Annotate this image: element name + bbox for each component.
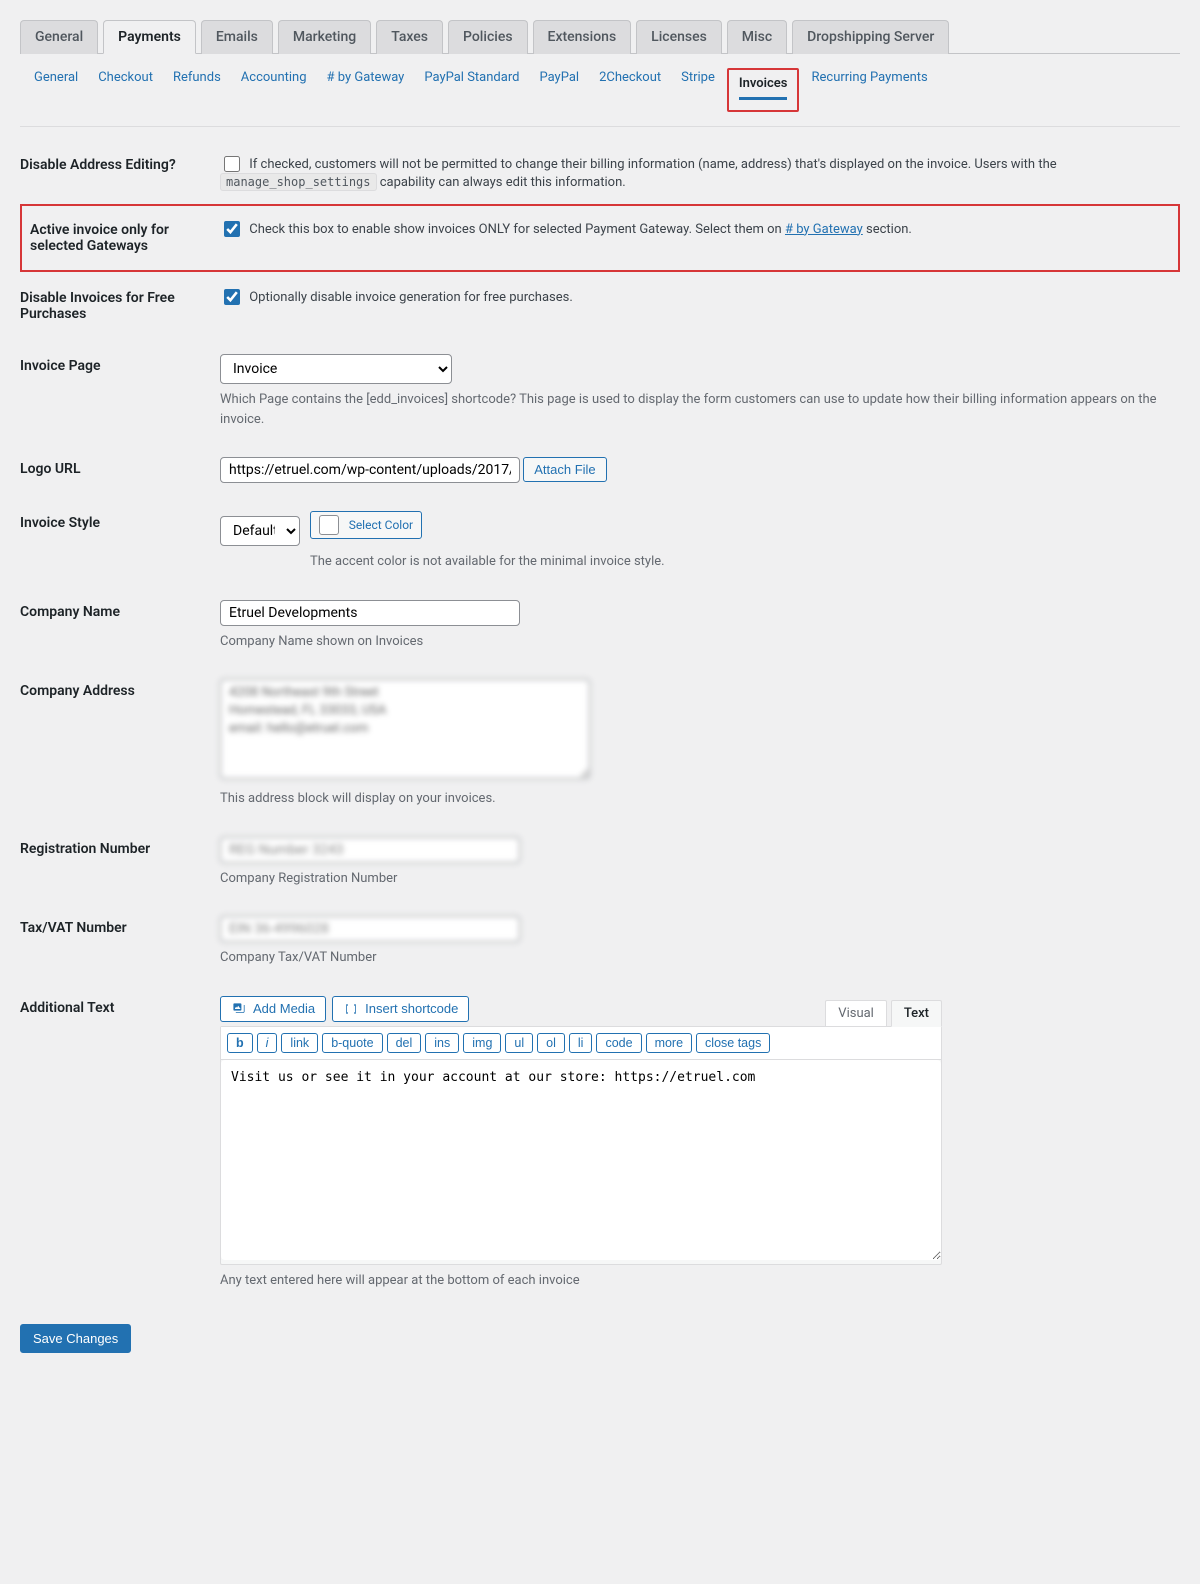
subnav-paypal[interactable]: PayPal [529, 68, 589, 112]
desc-invoice-page: Which Page contains the [edd_invoices] s… [220, 390, 1170, 429]
subnav-refunds[interactable]: Refunds [163, 68, 231, 112]
editor-wrap: bilinkb-quotedelinsimgulollicodemoreclos… [220, 1026, 942, 1265]
tab-policies[interactable]: Policies [448, 20, 528, 54]
row-registration-number: Registration Number Company Registration… [20, 823, 1180, 903]
subnav-general[interactable]: General [24, 68, 88, 112]
subnav-stripe[interactable]: Stripe [671, 68, 725, 112]
qt-i[interactable]: i [257, 1033, 278, 1053]
tab-general[interactable]: General [20, 20, 98, 54]
input-company-name[interactable] [220, 600, 520, 626]
add-media-button[interactable]: Add Media [220, 996, 326, 1022]
desc-registration-number: Company Registration Number [220, 869, 1170, 889]
desc-tax-vat: Company Tax/VAT Number [220, 948, 1170, 968]
subnav--by-gateway[interactable]: # by Gateway [317, 68, 415, 112]
desc-invoice-style: The accent color is not available for th… [310, 552, 1170, 572]
input-logo-url[interactable] [220, 457, 520, 483]
tab-dropshipping-server[interactable]: Dropshipping Server [792, 20, 949, 54]
desc-disable-address: If checked, customers will not be permit… [220, 157, 1057, 191]
qt-code[interactable]: code [596, 1033, 641, 1053]
tab-marketing[interactable]: Marketing [278, 20, 371, 54]
qt-ins[interactable]: ins [425, 1033, 459, 1053]
subnav-recurring-payments[interactable]: Recurring Payments [801, 68, 937, 112]
label-company-address: Company Address [20, 665, 220, 823]
qt-link[interactable]: link [281, 1033, 318, 1053]
label-disable-address: Disable Address Editing? [20, 139, 220, 204]
tab-payments[interactable]: Payments [103, 20, 196, 54]
label-active-invoice: Active invoice only for selected Gateway… [20, 204, 220, 272]
editor-tab-text[interactable]: Text [891, 1000, 942, 1027]
tab-licenses[interactable]: Licenses [636, 20, 722, 54]
qt-img[interactable]: img [463, 1033, 501, 1053]
tab-taxes[interactable]: Taxes [376, 20, 443, 54]
subnav-invoices[interactable]: Invoices [739, 76, 788, 91]
subnav: GeneralCheckoutRefundsAccounting# by Gat… [20, 54, 1180, 127]
tab-emails[interactable]: Emails [201, 20, 273, 54]
qt-li[interactable]: li [569, 1033, 593, 1053]
select-invoice-style[interactable]: Default [220, 516, 300, 546]
save-changes-button[interactable]: Save Changes [20, 1324, 131, 1353]
subnav-checkout[interactable]: Checkout [88, 68, 163, 112]
quicktags-toolbar: bilinkb-quotedelinsimgulollicodemoreclos… [221, 1027, 941, 1060]
editor-tab-visual[interactable]: Visual [825, 1000, 887, 1027]
row-logo-url: Logo URL Attach File [20, 443, 1180, 497]
row-company-name: Company Name Company Name shown on Invoi… [20, 586, 1180, 666]
qt-ul[interactable]: ul [505, 1033, 533, 1053]
label-tax-vat: Tax/VAT Number [20, 902, 220, 982]
row-disable-address: Disable Address Editing? If checked, cus… [20, 139, 1180, 204]
code-capability: manage_shop_settings [220, 173, 377, 191]
color-swatch-icon [319, 515, 339, 535]
checkbox-active-invoice[interactable] [224, 221, 240, 237]
row-invoice-page: Invoice Page Invoice Which Page contains… [20, 340, 1180, 443]
textarea-company-address[interactable]: 4208 Northeast 9th Street Homestead, FL … [220, 679, 590, 779]
subnav-accounting[interactable]: Accounting [231, 68, 317, 112]
link-by-gateway[interactable]: # by Gateway [785, 222, 863, 237]
row-disable-free: Disable Invoices for Free Purchases Opti… [20, 272, 1180, 340]
row-additional-text: Additional Text Add Media Insert shortco… [20, 982, 1180, 1305]
qt-ol[interactable]: ol [537, 1033, 565, 1053]
label-company-name: Company Name [20, 586, 220, 666]
label-invoice-style: Invoice Style [20, 497, 220, 586]
label-logo-url: Logo URL [20, 443, 220, 497]
label-invoice-page: Invoice Page [20, 340, 220, 443]
attach-file-button[interactable]: Attach File [523, 457, 606, 482]
subnav-paypal-standard[interactable]: PayPal Standard [414, 68, 529, 112]
desc-active-invoice: Check this box to enable show invoices O… [249, 222, 912, 237]
row-invoice-style: Invoice Style Default Select Color The a… [20, 497, 1180, 586]
textarea-additional-text[interactable]: Visit us or see it in your account at ou… [221, 1060, 941, 1260]
insert-shortcode-button[interactable]: Insert shortcode [332, 996, 469, 1022]
select-invoice-page[interactable]: Invoice [220, 354, 452, 384]
subnav-2checkout[interactable]: 2Checkout [589, 68, 671, 112]
label-registration-number: Registration Number [20, 823, 220, 903]
input-registration-number[interactable] [220, 837, 520, 863]
label-additional-text: Additional Text [20, 982, 220, 1305]
desc-company-address: This address block will display on your … [220, 789, 1170, 809]
settings-form: Disable Address Editing? If checked, cus… [20, 139, 1180, 1304]
row-tax-vat: Tax/VAT Number Company Tax/VAT Number [20, 902, 1180, 982]
qt-del[interactable]: del [387, 1033, 422, 1053]
desc-disable-free: Optionally disable invoice generation fo… [249, 290, 573, 305]
shortcode-icon [343, 1001, 359, 1017]
qt-more[interactable]: more [646, 1033, 692, 1053]
label-disable-free: Disable Invoices for Free Purchases [20, 272, 220, 340]
subnav-highlight: Invoices [727, 68, 800, 112]
checkbox-disable-free[interactable] [224, 289, 240, 305]
desc-additional-text: Any text entered here will appear at the… [220, 1271, 942, 1291]
select-color-button[interactable]: Select Color [310, 511, 422, 539]
media-icon [231, 1001, 247, 1017]
qt-b[interactable]: b [227, 1033, 253, 1053]
qt-close-tags[interactable]: close tags [696, 1033, 770, 1053]
row-company-address: Company Address 4208 Northeast 9th Stree… [20, 665, 1180, 823]
row-active-invoice: Active invoice only for selected Gateway… [20, 204, 1180, 272]
input-tax-vat[interactable] [220, 916, 520, 942]
qt-b-quote[interactable]: b-quote [322, 1033, 382, 1053]
desc-company-name: Company Name shown on Invoices [220, 632, 1170, 652]
tabs-primary: GeneralPaymentsEmailsMarketingTaxesPolic… [20, 20, 1180, 54]
tab-extensions[interactable]: Extensions [533, 20, 632, 54]
tab-misc[interactable]: Misc [727, 20, 787, 54]
checkbox-disable-address[interactable] [224, 156, 240, 172]
